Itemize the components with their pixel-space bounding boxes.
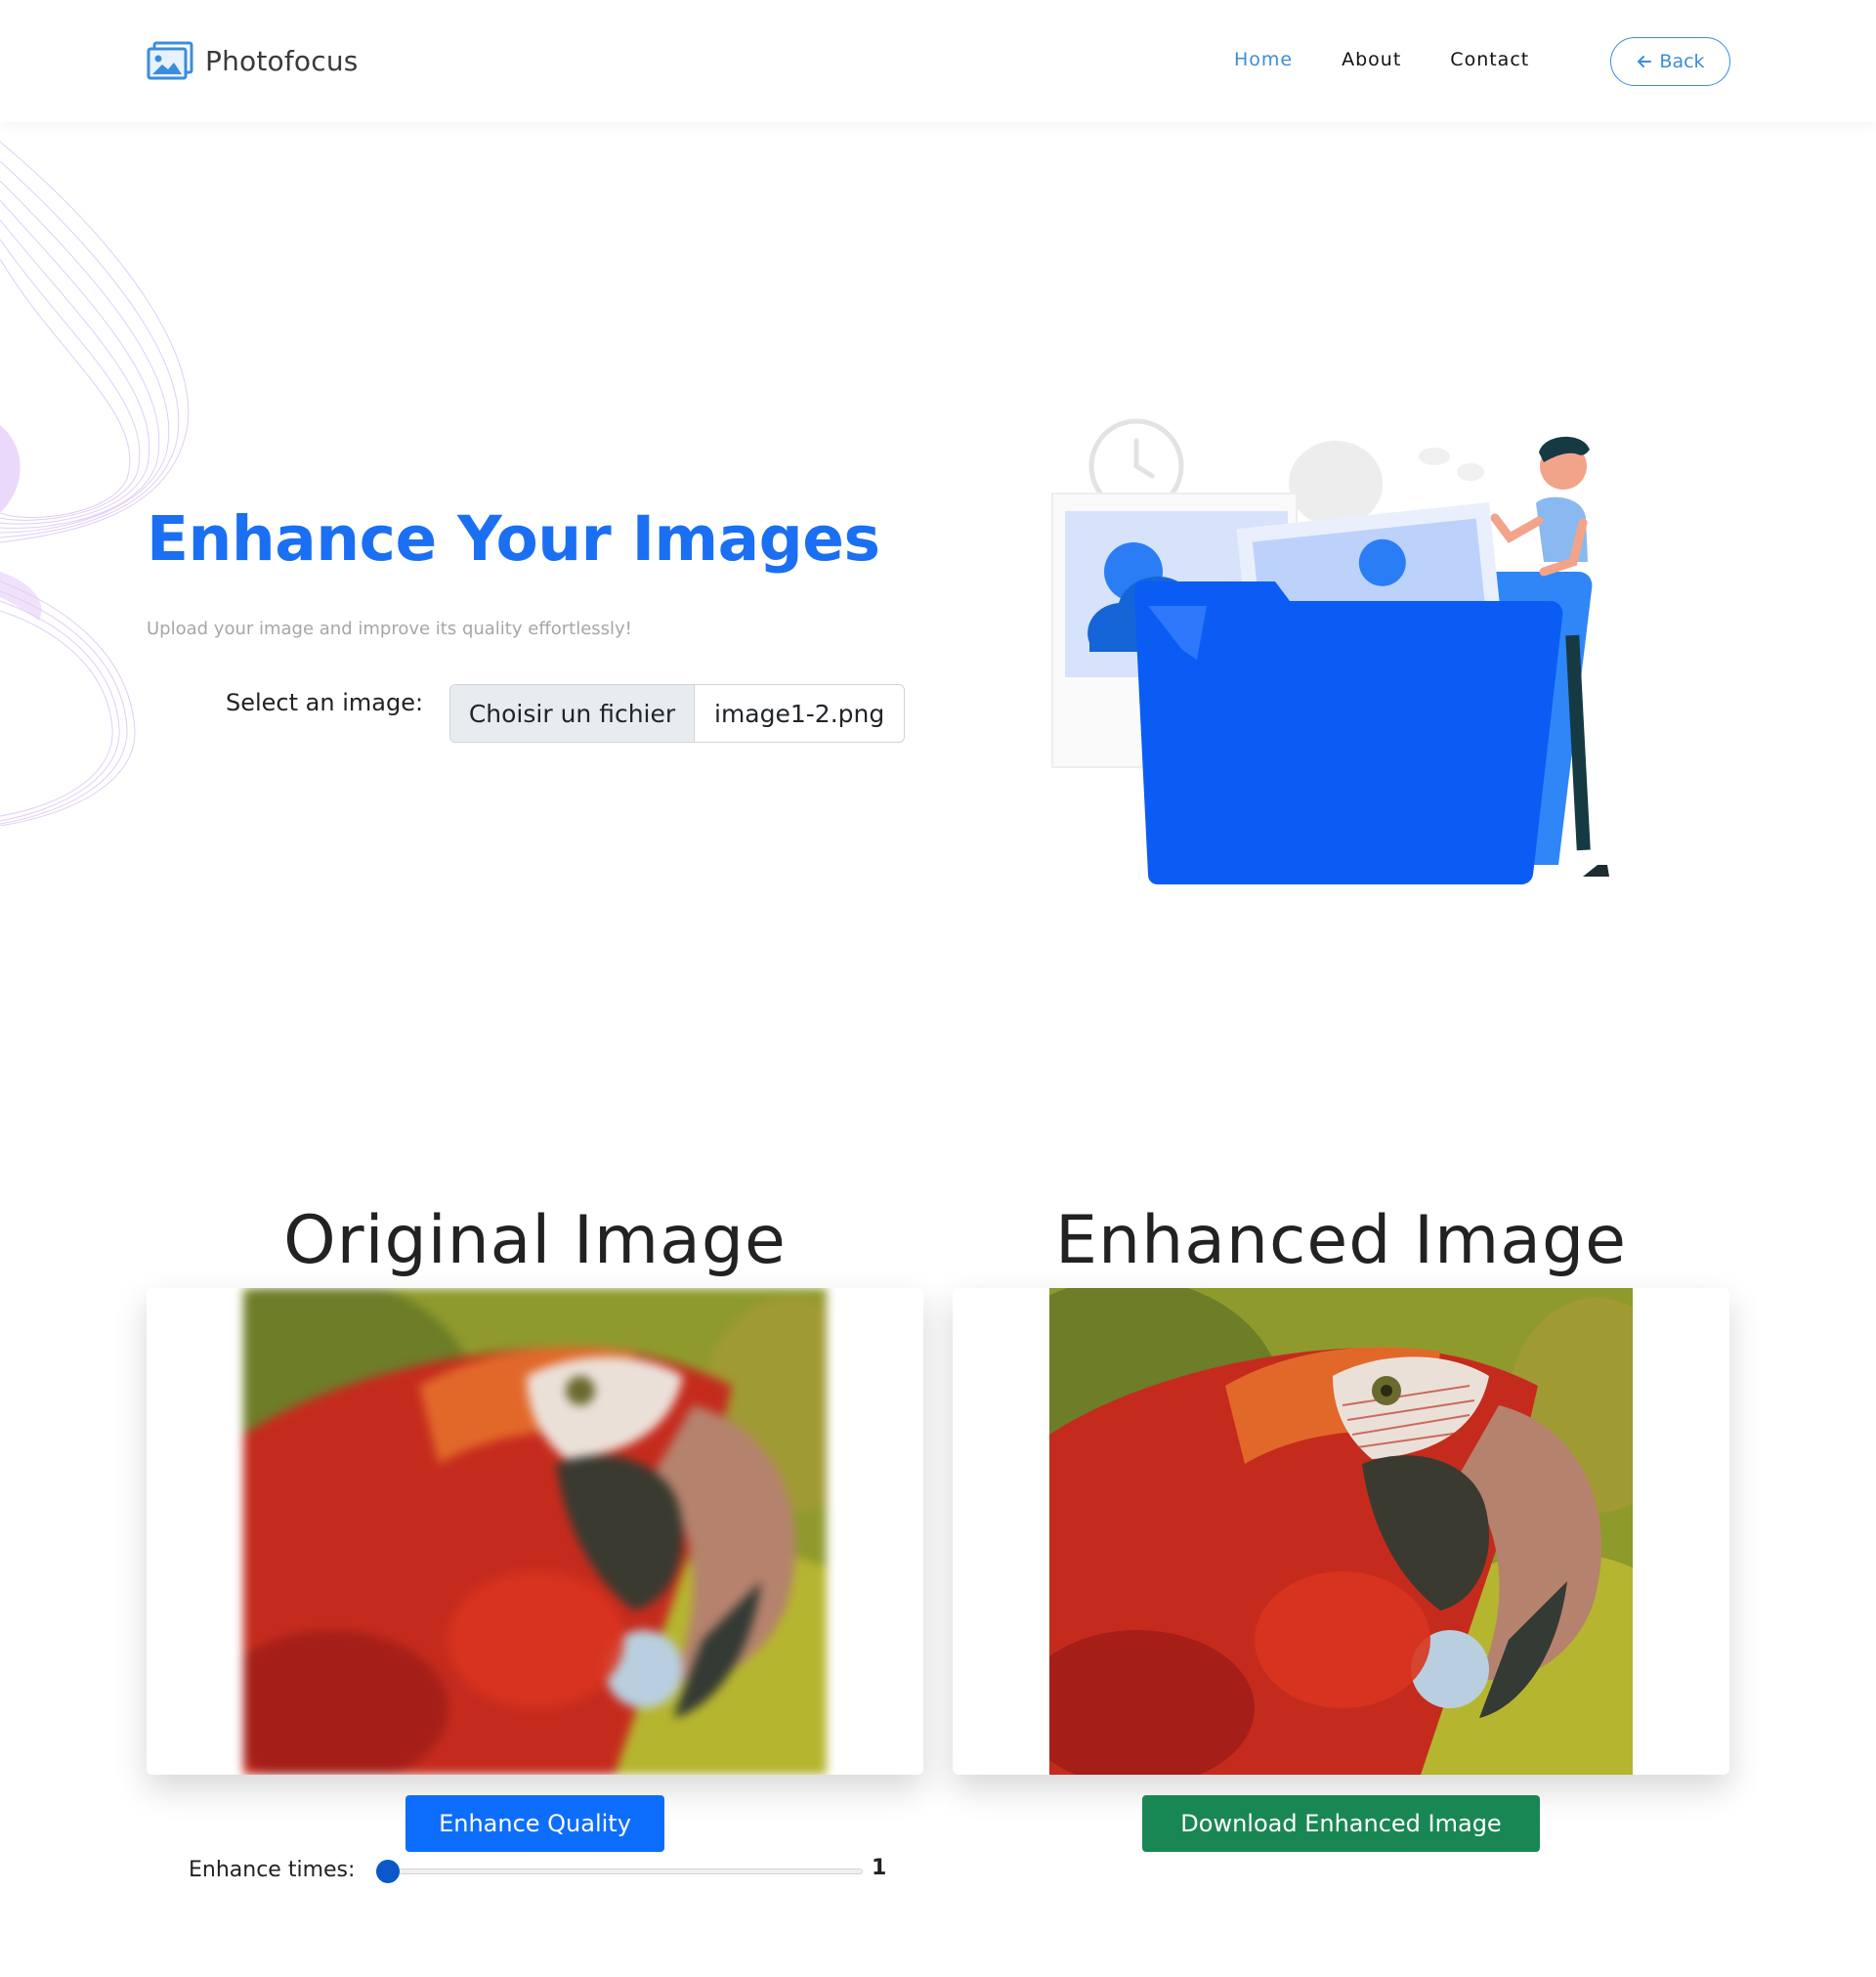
enhance-times-slider[interactable] (376, 1860, 863, 1883)
hero-subtitle: Upload your image and improve its qualit… (147, 619, 632, 639)
nav-link-about[interactable]: About (1342, 49, 1401, 70)
original-image-title: Original Image (283, 1202, 787, 1279)
enhance-times-label: Enhance times: (189, 1858, 356, 1882)
enhanced-image-title: Enhanced Image (1055, 1202, 1627, 1279)
select-image-label: Select an image: (226, 689, 424, 716)
enhanced-image-card (953, 1288, 1729, 1775)
slider-track[interactable] (384, 1869, 863, 1874)
brand-logo[interactable]: Photofocus (147, 41, 359, 80)
nav-link-home[interactable]: Home (1234, 49, 1293, 70)
slider-thumb[interactable] (376, 1860, 400, 1883)
enhanced-image (1049, 1288, 1633, 1775)
choose-file-button[interactable]: Choisir un fichier (450, 685, 695, 742)
file-input[interactable]: Choisir un fichier image1-2.png (449, 684, 905, 743)
main-nav: Home About Contact (1234, 49, 1529, 70)
arrow-left-icon (1638, 56, 1652, 67)
back-button[interactable]: Back (1610, 37, 1730, 86)
image-gallery-icon (147, 41, 193, 80)
hero-illustration (1051, 418, 1609, 884)
decorative-wave-lines (0, 141, 190, 826)
hero-title: Enhance Your Images (147, 503, 880, 575)
enhance-times-value: 1 (872, 1856, 887, 1880)
original-image-card (147, 1288, 923, 1775)
selected-file-name: image1-2.png (714, 699, 885, 728)
nav-link-contact[interactable]: Contact (1450, 49, 1529, 70)
enhance-quality-button[interactable]: Enhance Quality (405, 1795, 664, 1852)
back-button-label: Back (1659, 51, 1705, 72)
download-enhanced-button[interactable]: Download Enhanced Image (1142, 1795, 1540, 1852)
original-image (243, 1288, 827, 1775)
brand-name: Photofocus (205, 44, 359, 77)
top-navbar: Photofocus Home About Contact Back (0, 0, 1876, 122)
